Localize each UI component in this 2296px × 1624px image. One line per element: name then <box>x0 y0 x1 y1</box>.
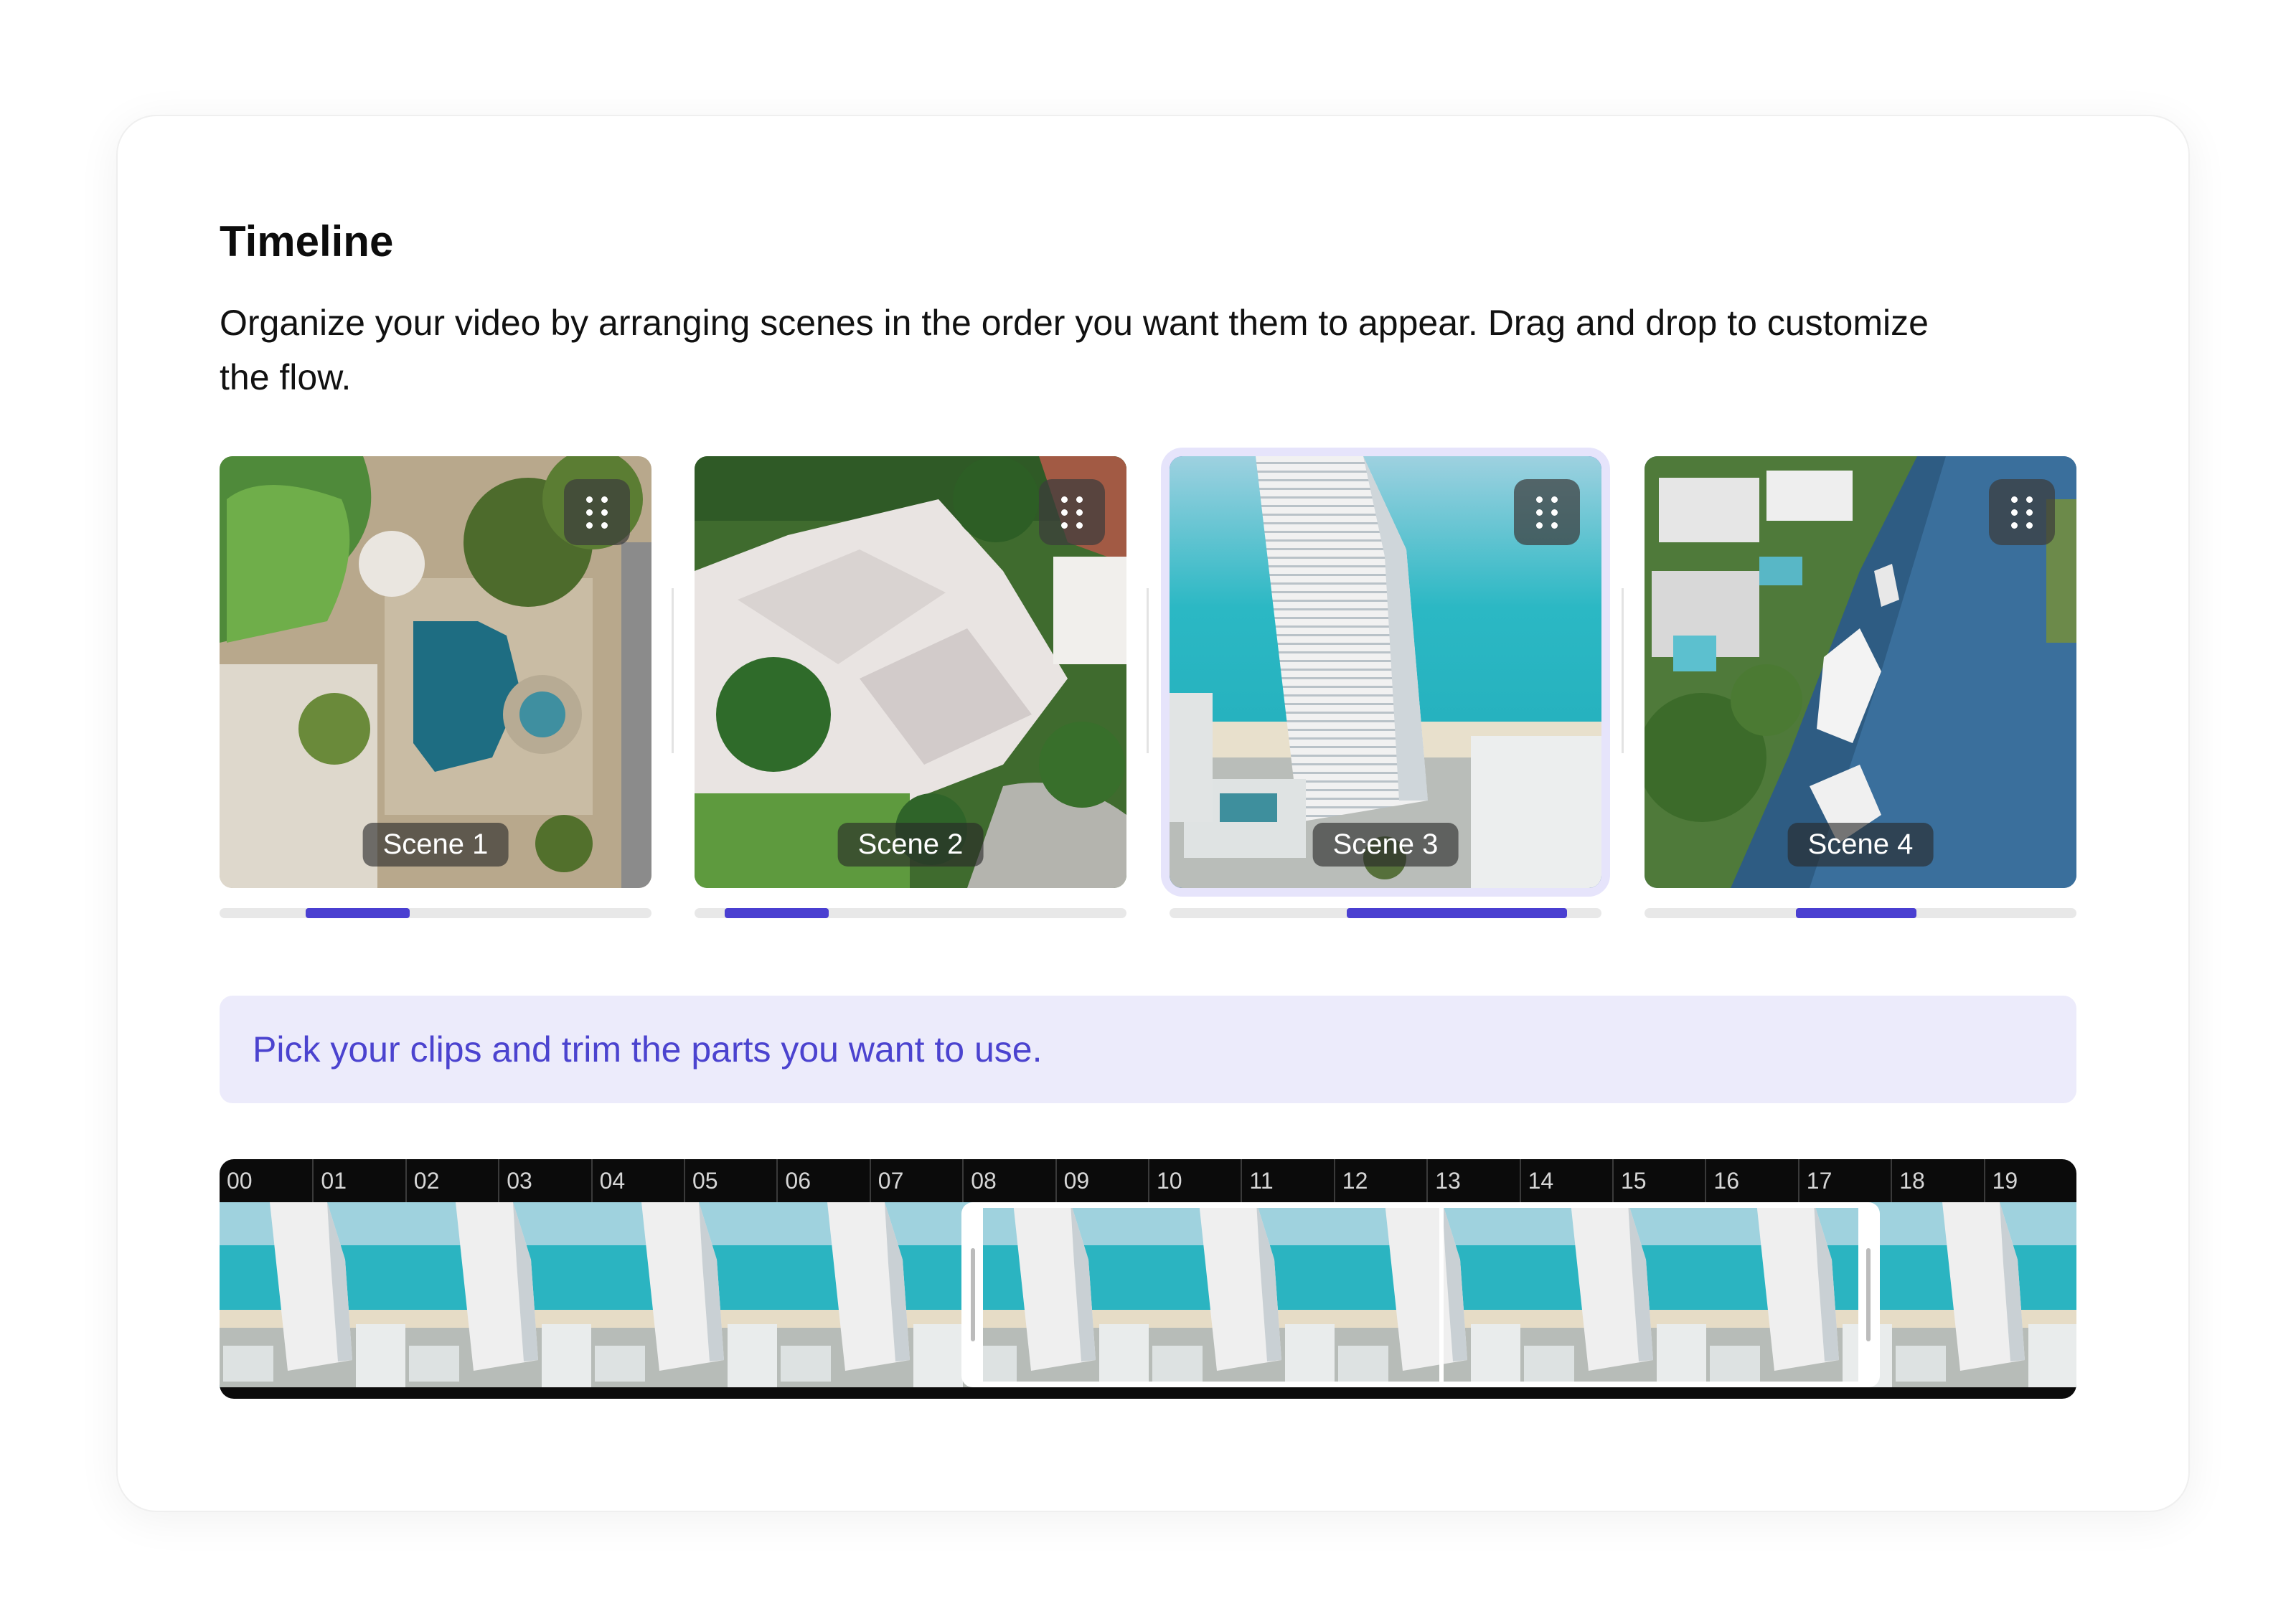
scene-4-trim-bar[interactable] <box>1645 908 2076 918</box>
filmstrip-frame <box>777 1202 964 1387</box>
scene-3-trim-bar[interactable] <box>1170 908 1601 918</box>
drag-handle-icon[interactable] <box>1989 479 2055 545</box>
ruler-tick: 13 <box>1426 1159 1519 1202</box>
drag-handle-icon[interactable] <box>564 479 630 545</box>
ruler-tick: 19 <box>1983 1159 2076 1202</box>
scene-1-trim-bar[interactable] <box>220 908 651 918</box>
filmstrip-frame <box>591 1202 778 1387</box>
trim-selection-window[interactable] <box>961 1202 1880 1387</box>
trim-range[interactable] <box>306 908 410 918</box>
ruler-tick: 11 <box>1241 1159 1333 1202</box>
ruler-tick: 18 <box>1891 1159 1983 1202</box>
scene-label: Scene 4 <box>1787 823 1934 867</box>
ruler-tick: 04 <box>591 1159 684 1202</box>
scene-label: Scene 1 <box>362 823 509 867</box>
ruler-tick: 15 <box>1612 1159 1705 1202</box>
trim-range[interactable] <box>1795 908 1917 918</box>
ruler-tick: 14 <box>1519 1159 1612 1202</box>
drag-handle-icon[interactable] <box>1039 479 1105 545</box>
scene-2-trim-bar[interactable] <box>695 908 1126 918</box>
scene-divider <box>1622 588 1624 753</box>
scene-divider <box>672 588 674 753</box>
trim-range[interactable] <box>1346 908 1567 918</box>
ruler-tick: 05 <box>684 1159 776 1202</box>
ruler-tick: 00 <box>227 1168 253 1194</box>
clip-split-marker[interactable] <box>1439 1208 1444 1382</box>
ruler-tick: 03 <box>498 1159 591 1202</box>
scene-card-1[interactable]: Scene 1 <box>220 456 651 888</box>
scene-card-3[interactable]: Scene 3 <box>1170 456 1601 888</box>
timeline-description: Organize your video by arranging scenes … <box>220 303 1929 397</box>
scene-label: Scene 3 <box>1312 823 1459 867</box>
ruler-tick: 01 <box>312 1159 405 1202</box>
scene-card-2[interactable]: Scene 2 <box>695 456 1126 888</box>
ruler-tick: 02 <box>405 1159 498 1202</box>
scene-card-4[interactable]: Scene 4 <box>1645 456 2076 888</box>
ruler-tick: 08 <box>962 1159 1055 1202</box>
time-ruler: 00 01 02 03 04 05 06 07 08 09 10 11 12 13 14 15 16 17 18 19 <box>220 1159 2076 1202</box>
filmstrip-frame <box>220 1202 406 1387</box>
trim-handle-right[interactable] <box>1866 1248 1871 1341</box>
ruler-tick: 17 <box>1797 1159 1891 1202</box>
ruler-tick: 09 <box>1055 1159 1148 1202</box>
ruler-tick: 07 <box>869 1159 962 1202</box>
trim-handle-left[interactable] <box>971 1248 975 1341</box>
ruler-tick: 10 <box>1148 1159 1241 1202</box>
filmstrip-frame <box>405 1202 592 1387</box>
ruler-tick: 12 <box>1333 1159 1426 1202</box>
hint-banner: Pick your clips and trim the parts you w… <box>220 996 2076 1103</box>
page-title: Timeline <box>220 217 394 265</box>
filmstrip-frame <box>1892 1202 2076 1387</box>
drag-handle-icon[interactable] <box>1514 479 1580 545</box>
filmstrip-timeline[interactable]: 00 01 02 03 04 05 06 07 08 09 10 11 12 13 14 15 16 17 18 19 <box>220 1159 2076 1399</box>
scene-label: Scene 2 <box>837 823 984 867</box>
scene-divider <box>1147 588 1149 753</box>
trim-range[interactable] <box>725 908 829 918</box>
ruler-tick: 06 <box>776 1159 869 1202</box>
ruler-tick: 16 <box>1705 1159 1797 1202</box>
